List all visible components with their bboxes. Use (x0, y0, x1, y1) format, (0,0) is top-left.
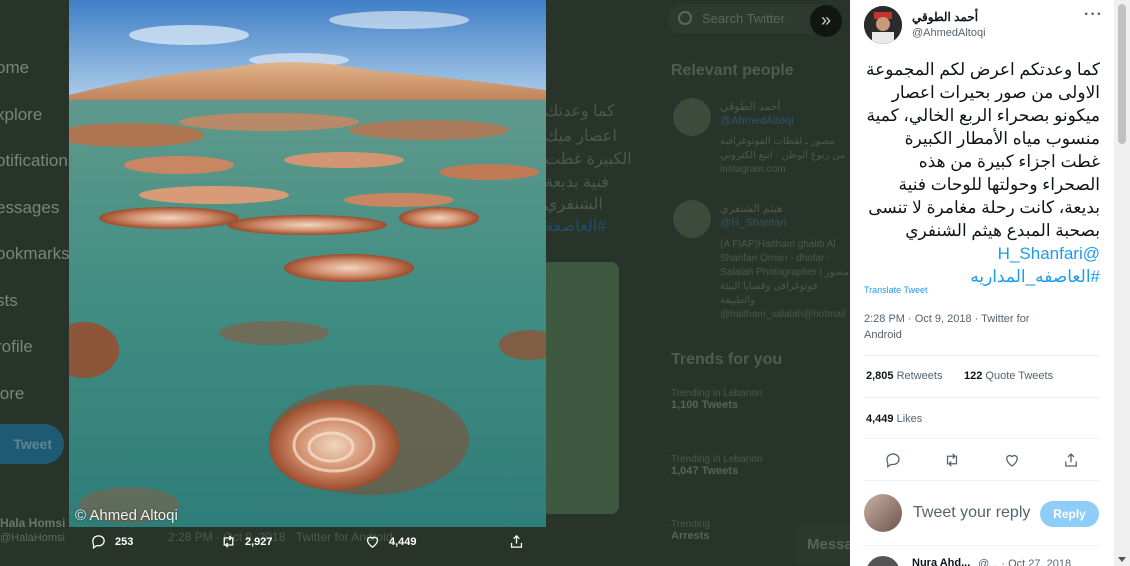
retweets-count: 2,805 (866, 370, 894, 382)
translate-tweet-link[interactable]: Translate Tweet (864, 285, 928, 295)
divider (864, 438, 1100, 439)
reply-input[interactable]: Tweet your reply (913, 504, 1030, 522)
avatar[interactable] (673, 98, 711, 136)
retweets-label: Retweets (896, 370, 943, 382)
avatar[interactable] (864, 6, 902, 44)
bg-tweet-line: كما وعدتك (545, 103, 615, 120)
hashtag-link[interactable]: #العاصفه_المداريه (970, 267, 1100, 286)
share-icon (510, 534, 523, 548)
nav-messages[interactable]: essages (0, 198, 59, 218)
retweet-icon (223, 535, 234, 548)
divider (864, 355, 1100, 356)
share-action[interactable] (508, 533, 525, 550)
retweet-action[interactable]: 2,927 (220, 533, 273, 550)
trend-count: 1,100 Tweets (671, 399, 739, 411)
person-bio: (A FIAP)Haitham ghalib Al Shanfari Oman … (720, 239, 849, 320)
avatar[interactable] (673, 200, 711, 238)
nav-bookmarks[interactable]: ookmarks (0, 244, 70, 264)
more-options-icon[interactable]: ··· (1084, 6, 1103, 24)
reply-button[interactable]: Reply (1040, 501, 1099, 527)
compose-tweet-button[interactable]: Tweet (0, 424, 64, 464)
nav-notifications[interactable]: otifications (0, 151, 76, 171)
nav-more[interactable]: lore (0, 384, 24, 404)
heart-icon (366, 536, 379, 548)
author-avatar-image (864, 6, 902, 44)
author-name[interactable]: أحمد الطوقي (912, 10, 978, 24)
nav-home[interactable]: ome (0, 58, 29, 78)
search-icon (678, 11, 692, 25)
scrollbar[interactable] (1114, 0, 1130, 566)
tweet-timestamp[interactable]: 2:28 PM · Oct 9, 2018 · Twitter for Andr… (864, 311, 1064, 343)
person-name[interactable]: أحمد الطوقي (720, 100, 781, 113)
trend-item[interactable]: Trending in Lebanon 1,047 Tweets (671, 454, 762, 477)
bg-tweet-line: اعصار ميك (545, 128, 617, 145)
share-icon[interactable] (1062, 451, 1080, 469)
tweet-actions (850, 451, 1114, 471)
tweet-photo[interactable]: © Ahmed Altoqi (69, 0, 546, 527)
tweet-body: كما وعدتكم اعرض لكم المجموعة الاولى من ص… (862, 58, 1100, 288)
retweet-count: 2,927 (245, 535, 273, 548)
trend-item[interactable]: Trending Arrests (671, 519, 710, 542)
likes-stat[interactable]: 4,449 Likes (866, 413, 922, 425)
avatar (864, 494, 902, 532)
reply-icon (92, 535, 105, 550)
likes-count: 4,449 (866, 413, 894, 425)
bg-tweet-hashtag: #العاصفة (545, 218, 607, 235)
avatar[interactable] (866, 556, 900, 566)
author-handle[interactable]: @AhmedAltoqi (912, 27, 986, 39)
reply-icon[interactable] (884, 451, 902, 469)
divider (864, 480, 1100, 481)
reply-author-name[interactable]: Nura Ahd... (912, 557, 970, 566)
desert-lake-image (69, 0, 546, 527)
quotes-label: Quote Tweets (985, 370, 1054, 382)
person-name[interactable]: هيثم الشنفري (720, 202, 783, 215)
like-action[interactable]: 4,449 (364, 533, 417, 550)
like-count: 4,449 (389, 535, 417, 548)
double-chevron-right-icon[interactable]: » (810, 5, 842, 37)
divider (864, 397, 1100, 398)
mention-link[interactable]: @H_Shanfari (998, 244, 1100, 263)
likes-label: Likes (896, 413, 923, 425)
nav-lists[interactable]: sts (0, 291, 18, 311)
trend-context: Trending (671, 519, 711, 530)
nav-explore[interactable]: xplore (0, 105, 42, 125)
photo-action-bar: 253 2,927 4,449 (80, 533, 540, 559)
reply-count: 253 (115, 535, 134, 548)
heart-icon[interactable] (1003, 451, 1021, 469)
account-name: Hala Homsi (0, 516, 66, 530)
reply-meta: @... · Oct 27, 2018 (978, 558, 1072, 566)
trend-context: Trending in Lebanon (671, 388, 763, 399)
trend-count: 1,047 Tweets (671, 465, 739, 477)
retweet-icon[interactable] (943, 451, 961, 469)
search-placeholder: Search Twitter (702, 11, 785, 26)
retweets-stat[interactable]: 2,805 Retweets (866, 370, 942, 382)
tweet-text: كما وعدتكم اعرض لكم المجموعة الاولى من ص… (866, 60, 1100, 240)
quotes-count: 122 (964, 370, 983, 382)
bg-tweet-line: الشنفري (545, 196, 603, 213)
photo-watermark: © Ahmed Altoqi (75, 507, 178, 524)
scroll-down-arrow-icon[interactable] (1118, 557, 1126, 562)
tweet-detail-panel: أحمد الطوقي @AhmedAltoqi ··· كما وعدتكم … (850, 0, 1114, 566)
person-handle[interactable]: @AhmedAltoqi (720, 115, 794, 127)
scrollbar-thumb[interactable] (1118, 4, 1126, 144)
relevant-people-heading: Relevant people (671, 62, 794, 79)
nav-profile[interactable]: rofile (0, 337, 33, 357)
trend-item[interactable]: Trending in Lebanon 1,100 Tweets (671, 388, 762, 411)
bg-tweet-image (545, 262, 619, 514)
reply-action[interactable]: 253 (90, 533, 133, 550)
divider (864, 545, 1100, 546)
person-handle[interactable]: @H_Shanfari (720, 217, 786, 229)
account-handle: @HalaHomsi (0, 532, 65, 544)
trend-label: Arrests (671, 530, 710, 542)
trend-context: Trending in Lebanon (671, 454, 763, 465)
bg-tweet-line: فنية بديعة (545, 174, 609, 191)
bg-tweet-line: الكبيرة غطت (545, 151, 632, 168)
trends-heading: Trends for you (671, 351, 783, 368)
quote-tweets-stat[interactable]: 122 Quote Tweets (964, 370, 1053, 382)
person-bio: مصور ـ لقطات الفوتوغرافية من ربوع الوطن … (720, 136, 846, 175)
